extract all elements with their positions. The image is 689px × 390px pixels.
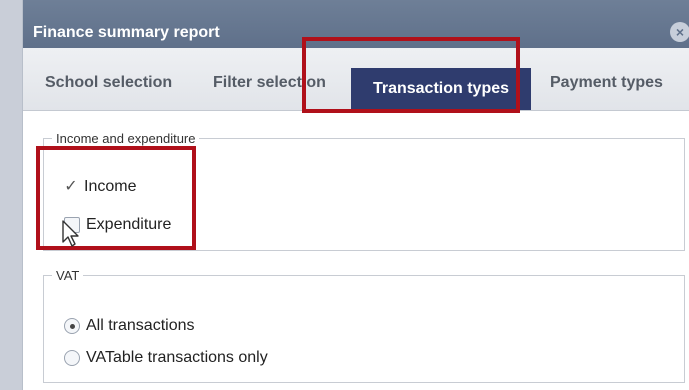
vatable-transactions-radio[interactable] (64, 350, 80, 366)
background-window-edge (0, 0, 22, 390)
all-transactions-option[interactable]: All transactions (64, 317, 195, 335)
tab-highlight-box (302, 37, 520, 113)
all-transactions-radio[interactable] (64, 318, 80, 334)
income-expenditure-legend: Income and expenditure (56, 131, 196, 146)
close-icon[interactable]: × (670, 22, 689, 42)
checkbox-highlight-box (36, 146, 196, 250)
mouse-cursor-icon (62, 220, 79, 247)
vat-legend: VAT (56, 268, 80, 283)
all-transactions-label: All transactions (86, 317, 195, 334)
vat-group: VAT All transactions VATable transaction… (43, 268, 685, 383)
vatable-transactions-option[interactable]: VATable transactions only (64, 349, 268, 367)
dialog-title: Finance summary report (33, 24, 220, 41)
vatable-transactions-label: VATable transactions only (86, 349, 268, 366)
